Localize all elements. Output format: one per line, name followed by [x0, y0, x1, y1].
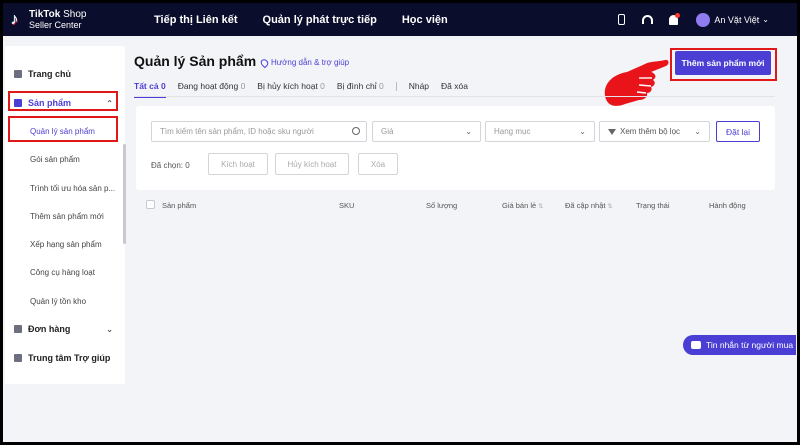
- sort-icon: ⇅: [607, 204, 613, 210]
- sidebar-scrollbar[interactable]: [123, 144, 126, 244]
- sidebar-item-orders[interactable]: Đơn hàng ⌄: [5, 324, 121, 334]
- select-all-checkbox[interactable]: [146, 200, 155, 209]
- column-header-price[interactable]: Giá bán lẻ ⇅: [502, 201, 543, 210]
- logo-brand: TikTok: [29, 8, 61, 20]
- highlight-box-product-management: [8, 116, 118, 142]
- chevron-down-icon: ⌄: [465, 127, 472, 136]
- selected-count: Đã chọn: 0: [151, 161, 190, 170]
- nav-live-management[interactable]: Quản lý phát trực tiếp: [263, 14, 377, 26]
- sidebar-item-product-bundles[interactable]: Gói sản phẩm: [5, 155, 121, 164]
- sidebar-item-home[interactable]: Trang chủ: [5, 69, 121, 79]
- nav-academy[interactable]: Học viện: [402, 14, 448, 26]
- tab-active[interactable]: Đang hoạt động 0: [178, 81, 246, 91]
- tabs-divider: [134, 96, 775, 97]
- tab-all[interactable]: Tất cả 0: [134, 81, 166, 98]
- sidebar-item-label: Đơn hàng: [28, 324, 71, 334]
- tab-suspended[interactable]: Bị đình chỉ 0: [337, 81, 384, 91]
- chat-icon: [691, 341, 701, 349]
- sidebar-item-label: Trang chủ: [28, 69, 72, 79]
- column-header-status: Trạng thái: [636, 201, 670, 210]
- reset-button[interactable]: Đặt lại: [716, 121, 760, 142]
- column-header-quantity: Số lượng: [426, 201, 458, 210]
- order-icon: [14, 325, 22, 333]
- notification-dot: [675, 12, 681, 18]
- location-pin-icon: [259, 57, 270, 68]
- sidebar-item-inventory[interactable]: Quản lý tồn kho: [5, 297, 121, 306]
- filter-icon: [608, 128, 616, 135]
- chevron-down-icon[interactable]: ⌄: [762, 15, 769, 24]
- logo-subtitle: Seller Center: [29, 19, 82, 30]
- filter-panel: Tìm kiếm tên sản phẩm, ID hoặc sku người…: [136, 106, 775, 190]
- highlight-box-add-product: [670, 48, 777, 81]
- column-header-product: Sản phẩm: [162, 201, 197, 210]
- search-placeholder: Tìm kiếm tên sản phẩm, ID hoặc sku người: [160, 127, 314, 136]
- app-frame: ♪ ♪ ♪ TikTok Shop Seller Center Tiếp thị…: [3, 3, 797, 442]
- headset-icon[interactable]: [640, 13, 654, 27]
- sidebar-item-product-optimizer[interactable]: Trình tối ưu hóa sản p...: [5, 184, 121, 193]
- highlight-box-products: [8, 91, 118, 111]
- status-tabs: Tất cả 0 Đang hoạt động 0 Bị hủy kích ho…: [134, 81, 480, 98]
- column-header-updated[interactable]: Đã cập nhật ⇅: [565, 201, 612, 210]
- chevron-down-icon: ⌄: [106, 324, 113, 334]
- help-link[interactable]: Hướng dẫn & trợ giúp: [259, 57, 350, 68]
- chevron-down-icon: ⌄: [579, 127, 586, 136]
- product-table-header: Sản phẩm SKU Số lượng Giá bán lẻ ⇅ Đã cập…: [136, 195, 775, 217]
- price-select[interactable]: Giá ⌄: [372, 121, 481, 142]
- tiktok-shop-logo[interactable]: ♪ ♪ ♪ TikTok Shop Seller Center: [9, 8, 119, 30]
- search-icon[interactable]: [352, 127, 360, 135]
- logo-shop: Shop: [63, 8, 87, 20]
- nav-affiliate[interactable]: Tiếp thị Liên kết: [154, 14, 238, 26]
- phone-icon[interactable]: [614, 13, 628, 27]
- help-center-icon: [14, 354, 22, 362]
- sidebar-item-help-center[interactable]: Trung tâm Trợ giúp: [5, 353, 121, 363]
- search-input[interactable]: Tìm kiếm tên sản phẩm, ID hoặc sku người: [151, 121, 367, 142]
- tab-divider: [395, 82, 397, 91]
- avatar[interactable]: [696, 12, 711, 27]
- top-bar: ♪ ♪ ♪ TikTok Shop Seller Center Tiếp thị…: [3, 3, 797, 36]
- tiktok-logo-icon: ♪ ♪ ♪: [10, 10, 19, 29]
- column-header-sku: SKU: [339, 201, 355, 210]
- more-filters-select[interactable]: Xem thêm bộ lọc ⌄: [599, 121, 710, 142]
- category-select[interactable]: Hạng mục ⌄: [485, 121, 595, 142]
- sidebar-item-bulk-tools[interactable]: Công cụ hàng loạt: [5, 268, 121, 277]
- activate-button[interactable]: Kích hoạt: [208, 153, 268, 175]
- chevron-down-icon: ⌄: [694, 127, 701, 136]
- sidebar-item-label: Trung tâm Trợ giúp: [28, 353, 111, 363]
- tab-deleted[interactable]: Đã xóa: [441, 81, 468, 91]
- buyer-messages-button[interactable]: Tin nhắn từ người mua: [683, 335, 796, 355]
- bell-icon[interactable]: [666, 12, 681, 27]
- deactivate-button[interactable]: Hủy kích hoạt: [275, 153, 349, 175]
- delete-button[interactable]: Xóa: [358, 153, 398, 175]
- tab-drafts[interactable]: Nháp: [409, 81, 429, 91]
- help-link-label: Hướng dẫn & trợ giúp: [271, 58, 350, 67]
- user-name[interactable]: An Vặt Việt: [714, 15, 759, 25]
- tab-deactivated[interactable]: Bị hủy kích hoạt 0: [257, 81, 325, 91]
- sidebar-item-add-product[interactable]: Thêm sản phẩm mới: [5, 212, 121, 221]
- sidebar-item-product-ranking[interactable]: Xếp hạng sản phẩm: [5, 240, 121, 249]
- page-title: Quản lý Sản phẩm: [134, 53, 257, 69]
- sort-icon: ⇅: [538, 204, 544, 210]
- column-header-actions: Hành động: [709, 201, 746, 210]
- home-icon: [14, 70, 22, 78]
